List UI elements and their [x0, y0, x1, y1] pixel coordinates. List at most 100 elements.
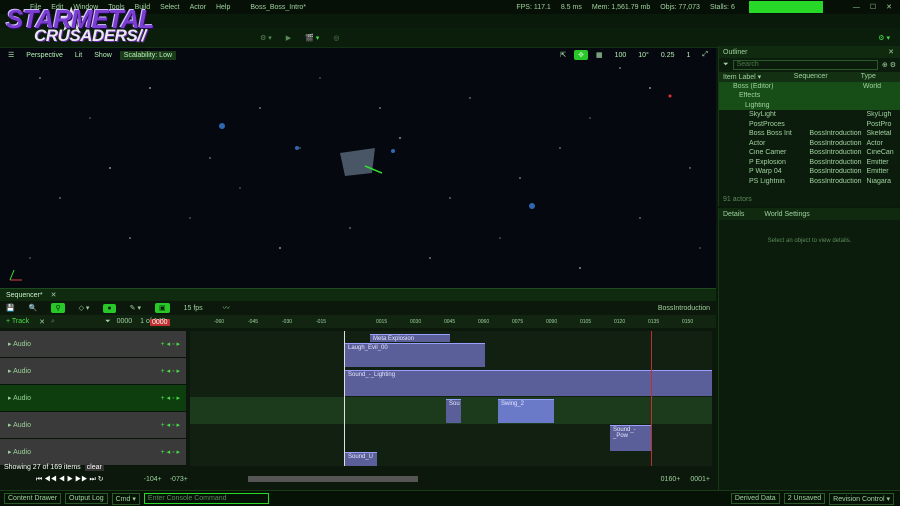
- sequencer-track[interactable]: ▸ Audio + ◂ ◦ ▸: [0, 439, 186, 466]
- cinematics-icon[interactable]: 🎬 ▾: [305, 34, 319, 42]
- select-tool-icon[interactable]: ⇱: [556, 50, 570, 60]
- add-track-button[interactable]: + Track: [6, 318, 29, 325]
- col-type[interactable]: Type: [861, 73, 900, 80]
- sequencer-close-icon[interactable]: ✕: [51, 291, 57, 299]
- clip-sound-pow[interactable]: Sound_-_Pow: [610, 425, 652, 451]
- revision-control-button[interactable]: Revision Control ▾: [829, 492, 894, 505]
- timeline-area[interactable]: Meta Explosion Laugh_Evil_00 Sound_-_Lig…: [190, 331, 712, 466]
- track-key-controls[interactable]: + ◂ ◦ ▸: [161, 421, 180, 429]
- fps-selector[interactable]: 15 fps: [184, 305, 203, 312]
- clear-filter-button[interactable]: clear: [84, 464, 104, 471]
- clip-sou[interactable]: Sou: [446, 399, 461, 423]
- track-filter-input[interactable]: ⌕: [51, 318, 55, 326]
- outliner-row[interactable]: P Warp 04 BossIntroduction Emitter: [719, 167, 900, 177]
- transport-controls[interactable]: ⏮ ◀◀ ◀ ▶ ▶▶ ⏭ ↻: [36, 475, 104, 484]
- outliner-row[interactable]: PS Lightnin BossIntroduction Niagara: [719, 177, 900, 187]
- playhead-marker[interactable]: 0000: [150, 319, 170, 326]
- content-drawer-button[interactable]: Content Drawer: [4, 493, 62, 504]
- translate-tool-icon[interactable]: ✥: [574, 50, 588, 60]
- range-start[interactable]: -104+: [144, 476, 162, 483]
- range-start-2[interactable]: -073+: [170, 476, 188, 483]
- maximize-icon[interactable]: ☐: [870, 3, 876, 11]
- clip-sound-u[interactable]: Sound_U: [345, 452, 377, 466]
- clip-swing[interactable]: Swing_2: [498, 399, 554, 423]
- lit-button[interactable]: Lit: [71, 51, 86, 60]
- level-viewport[interactable]: [0, 48, 716, 288]
- outliner-row[interactable]: Boss Boss Int BossIntroduction Skeletal: [719, 129, 900, 139]
- maximize-viewport-icon[interactable]: ⤢: [698, 50, 712, 60]
- curve-editor-icon[interactable]: 〰: [223, 303, 230, 313]
- minimize-icon[interactable]: —: [853, 4, 860, 11]
- find-icon[interactable]: 🔍: [29, 304, 38, 312]
- ruler-tick: 0075: [512, 319, 524, 325]
- col-item-label[interactable]: Item Label ▾: [723, 73, 794, 81]
- platform-icon[interactable]: ◎: [333, 34, 339, 42]
- filter-icon[interactable]: ⏷: [723, 61, 729, 69]
- range-end-2[interactable]: 0001+: [690, 476, 710, 483]
- end-marker[interactable]: [651, 331, 652, 466]
- timeline-scrollbar[interactable]: [247, 476, 418, 482]
- unsaved-button[interactable]: 2 Unsaved: [783, 493, 826, 504]
- track-key-controls[interactable]: + ◂ ◦ ▸: [161, 394, 180, 402]
- perspective-button[interactable]: Perspective: [22, 51, 67, 60]
- clip-meta-explosion[interactable]: Meta Explosion: [370, 334, 450, 342]
- range-end[interactable]: 0160+: [661, 476, 681, 483]
- outliner-row[interactable]: P Explosion BossIntroduction Emitter: [719, 158, 900, 168]
- track-key-controls[interactable]: + ◂ ◦ ▸: [161, 367, 180, 375]
- outliner-row[interactable]: PostProces PostPro: [719, 120, 900, 130]
- rotation-snap[interactable]: 10°: [634, 51, 653, 60]
- viewport-menu-icon[interactable]: ☰: [4, 50, 18, 60]
- grid-size[interactable]: 100: [611, 51, 631, 60]
- outliner-close-icon[interactable]: ✕: [888, 48, 894, 56]
- live-status-button[interactable]: [748, 1, 823, 13]
- add-icon[interactable]: ⊕: [882, 61, 888, 69]
- sequencer-tab[interactable]: Sequencer*: [6, 292, 43, 299]
- clip-laugh-evil[interactable]: Laugh_Evil_00: [345, 343, 485, 367]
- mode-icon[interactable]: ⚙ ▾: [260, 34, 272, 42]
- filter-tracks-icon[interactable]: ⏷: [105, 318, 111, 326]
- col-sequencer[interactable]: Sequencer: [794, 73, 861, 80]
- save-icon[interactable]: 💾: [6, 304, 15, 312]
- outliner-row[interactable]: Boss (Editor) World: [719, 81, 900, 91]
- outliner-row[interactable]: SkyLight SkyLigh: [719, 110, 900, 120]
- sequence-name[interactable]: BossIntroduction: [658, 305, 710, 312]
- details-tab[interactable]: Details: [723, 211, 744, 218]
- current-frame[interactable]: 0000: [117, 318, 133, 325]
- build-icon[interactable]: ▶: [286, 34, 291, 42]
- outliner-search-input[interactable]: Search: [732, 60, 878, 70]
- time-ruler[interactable]: -060 -045 -030 -015 0015 0030 0045 0060 0075 0090…: [190, 319, 716, 329]
- outliner-tab[interactable]: Outliner ✕: [719, 46, 900, 58]
- close-icon[interactable]: ✕: [886, 3, 892, 11]
- console-input[interactable]: Enter Console Command: [143, 493, 269, 504]
- auto-key-icon[interactable]: ●: [103, 303, 116, 313]
- world-settings-tab[interactable]: World Settings: [764, 211, 809, 218]
- camera-speed[interactable]: 1: [682, 51, 694, 60]
- key-icon[interactable]: ◇ ▾: [79, 304, 90, 312]
- curve-icon[interactable]: ✎ ▾: [130, 304, 141, 312]
- outliner-row[interactable]: Actor BossIntroduction Actor: [719, 139, 900, 149]
- sequencer-track[interactable]: ▸ Audio + ◂ ◦ ▸: [0, 385, 186, 412]
- sequencer-track[interactable]: ▸ Audio + ◂ ◦ ▸: [0, 331, 186, 358]
- output-log-button[interactable]: Output Log: [65, 493, 108, 504]
- track-key-controls[interactable]: + ◂ ◦ ▸: [161, 448, 180, 456]
- outliner-row[interactable]: Effects: [719, 91, 900, 101]
- snap-icon[interactable]: ⚲: [51, 303, 65, 313]
- outliner-row[interactable]: Cine Camer BossIntroduction CineCan: [719, 148, 900, 158]
- outliner-row[interactable]: Lighting: [719, 100, 900, 110]
- cmd-dropdown[interactable]: Cmd ▾: [111, 492, 140, 505]
- filter-clear-icon[interactable]: ✕: [39, 318, 45, 326]
- lock-icon[interactable]: ▣: [154, 303, 170, 313]
- track-key-controls[interactable]: + ◂ ◦ ▸: [161, 340, 180, 348]
- show-button[interactable]: Show: [90, 51, 116, 60]
- playhead-line[interactable]: [344, 331, 345, 466]
- level-tab[interactable]: Boss_Boss_Intro*: [250, 4, 306, 11]
- sequencer-track[interactable]: ▸ Audio + ◂ ◦ ▸: [0, 412, 186, 439]
- grid-snap-icon[interactable]: ▦: [592, 50, 607, 60]
- outliner-settings-icon[interactable]: ⚙: [890, 61, 896, 69]
- clip-sound-lighting[interactable]: Sound_-_Lighting: [345, 370, 712, 396]
- sequencer-track[interactable]: ▸ Audio + ◂ ◦ ▸: [0, 358, 186, 385]
- scale-snap[interactable]: 0.25: [657, 51, 679, 60]
- scalability-button[interactable]: Scalability: Low: [119, 50, 177, 60]
- derived-data-button[interactable]: Derived Data: [730, 493, 780, 504]
- settings-icon[interactable]: ⚙ ▾: [878, 34, 890, 42]
